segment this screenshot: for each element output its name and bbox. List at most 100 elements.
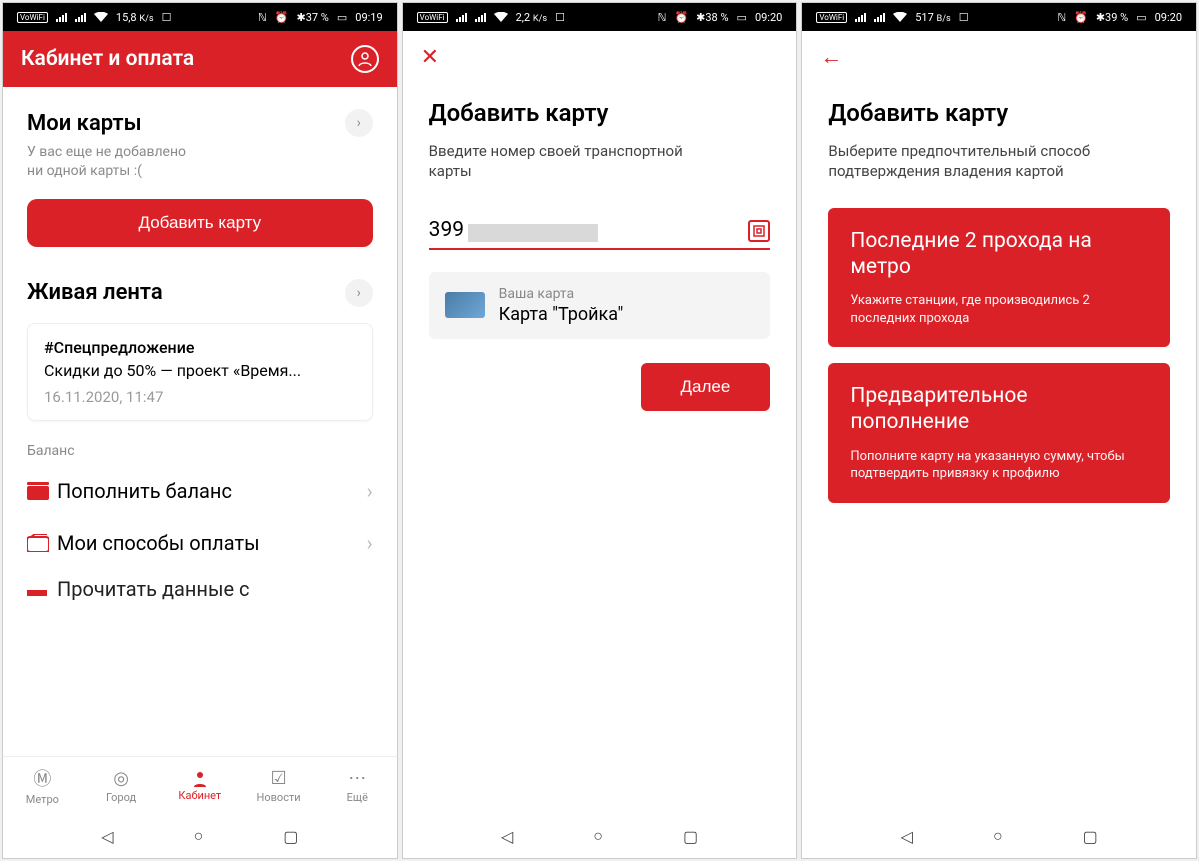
row-topup-balance[interactable]: Пополнить баланс › [27,465,373,517]
signal-icon [855,12,866,22]
nav-label: Метро [26,793,59,806]
nfc-icon: ℕ [258,11,267,24]
my-cards-header[interactable]: Мои карты › [27,109,373,137]
nav-metro[interactable]: Ⓜ Метро [3,757,82,814]
chevron-right-icon[interactable]: › [345,279,373,307]
bottom-nav: Ⓜ Метро ◎ Город Кабинет ☑ Новости ⋯ Ещё [3,756,397,814]
card-icon [27,534,57,552]
home-circle-icon[interactable]: ○ [993,826,1003,846]
top-bar: ✕ [403,31,797,83]
clock: 09:20 [1155,11,1182,24]
battery-icon: ▭ [737,11,747,24]
nav-more[interactable]: ⋯ Ещё [318,757,397,814]
signal-icon [475,12,486,22]
nfc-scan-icon[interactable] [748,220,770,242]
top-bar: ← [802,31,1196,83]
phone-screen-3: VoWiFi 517 B/s ☐ ℕ ⏰ ✱39 % ▭ 09:20 ← Доб… [801,2,1197,859]
next-button[interactable]: Далее [641,363,771,411]
wifi-icon [893,12,907,22]
clock: 09:19 [355,11,382,24]
nav-label: Новости [257,791,301,804]
nav-label: Кабинет [178,789,221,802]
page-subtitle: Выберите предпочтительный способ подтвер… [828,141,1170,182]
back-triangle-icon[interactable]: ◁ [901,827,913,846]
row-label: Пополнить баланс [57,479,367,503]
profile-icon[interactable] [351,45,379,73]
status-bar: VoWiFi 15,8 K/s ☐ ℕ ⏰ ✱37 % ▭ 09:19 [3,3,397,31]
app-bar: Кабинет и оплата [3,31,397,87]
bluetooth-icon: ✱39 % [1096,11,1128,24]
page-title: Кабинет и оплата [21,47,194,71]
card-thumbnail-icon [445,292,485,318]
sim-icon: ☐ [555,11,565,24]
card-preview-label: Ваша карта [499,286,624,302]
net-speed: 2,2 K/s [516,11,548,24]
feed-item-tag: #Спецпредложение [44,338,356,357]
nfc-icon: ℕ [658,11,667,24]
recent-square-icon[interactable]: ▢ [1083,827,1098,846]
home-circle-icon[interactable]: ○ [194,826,204,846]
sim-icon: ☐ [959,11,969,24]
input-mask [468,224,598,242]
page-title: Добавить карту [828,99,1170,127]
recent-square-icon[interactable]: ▢ [683,827,698,846]
add-card-button[interactable]: Добавить карту [27,199,373,247]
net-speed: 15,8 K/s [116,11,154,24]
alarm-icon: ⏰ [275,11,289,24]
option-last-passes[interactable]: Последние 2 прохода на метро Укажите ста… [828,208,1170,348]
nav-city[interactable]: ◎ Город [82,757,161,814]
chevron-right-icon: › [367,479,373,503]
card-preview-name: Карта "Тройка" [499,304,624,325]
vowifi-badge: VoWiFi [417,12,448,23]
feed-header[interactable]: Живая лента › [27,279,373,307]
more-icon: ⋯ [348,768,366,789]
card-number-input[interactable]: 399 [429,218,771,250]
row-label: Прочитать данные с [57,577,250,601]
clock: 09:20 [755,11,782,24]
person-icon [191,769,209,787]
empty-cards-text: У вас еще не добавлено ни одной карты :( [27,143,373,181]
feed-title: Живая лента [27,280,163,305]
signal-icon [874,12,885,22]
signal-icon [456,12,467,22]
row-read-data[interactable]: ▬ Прочитать данные с [27,569,373,602]
back-triangle-icon[interactable]: ◁ [101,827,113,846]
chevron-right-icon[interactable]: › [345,109,373,137]
vowifi-badge: VoWiFi [17,12,48,23]
bluetooth-icon: ✱38 % [696,11,728,24]
battery-icon: ▭ [1136,11,1146,24]
option-title: Предварительное пополнение [850,383,1148,436]
alarm-icon: ⏰ [1074,11,1088,24]
recent-square-icon[interactable]: ▢ [283,827,298,846]
row-payment-methods[interactable]: Мои способы оплаты › [27,517,373,569]
signal-icon [56,12,67,22]
back-triangle-icon[interactable]: ◁ [501,827,513,846]
option-title: Последние 2 прохода на метро [850,228,1148,281]
sim-icon: ☐ [162,11,172,24]
nav-cabinet[interactable]: Кабинет [160,757,239,814]
wallet-icon [27,482,57,500]
nav-news[interactable]: ☑ Новости [239,757,318,814]
home-circle-icon[interactable]: ○ [593,826,603,846]
balance-section-label: Баланс [27,443,373,459]
option-pre-topup[interactable]: Предварительное пополнение Пополните кар… [828,363,1170,503]
android-nav-bar: ◁ ○ ▢ [802,814,1196,858]
signal-icon [75,12,86,22]
row-label: Мои способы оплаты [57,531,367,555]
android-nav-bar: ◁ ○ ▢ [403,814,797,858]
android-nav-bar: ◁ ○ ▢ [3,814,397,858]
back-arrow-icon[interactable]: ← [820,44,842,70]
my-cards-title: Мои карты [27,111,142,136]
wifi-icon [494,12,508,22]
page-title: Добавить карту [429,99,771,127]
battery-icon: ▭ [337,11,347,24]
nfc-icon: ℕ [1057,11,1066,24]
compass-icon: ◎ [113,768,129,789]
news-icon: ☑ [271,768,287,789]
close-icon[interactable]: ✕ [421,45,439,70]
feed-item[interactable]: #Спецпредложение Скидки до 50% — проект … [27,323,373,421]
bluetooth-icon: ✱37 % [296,11,328,24]
card-preview: Ваша карта Карта "Тройка" [429,272,771,339]
nav-label: Ещё [347,791,368,804]
option-desc: Укажите станции, где производились 2 пос… [850,292,1148,327]
